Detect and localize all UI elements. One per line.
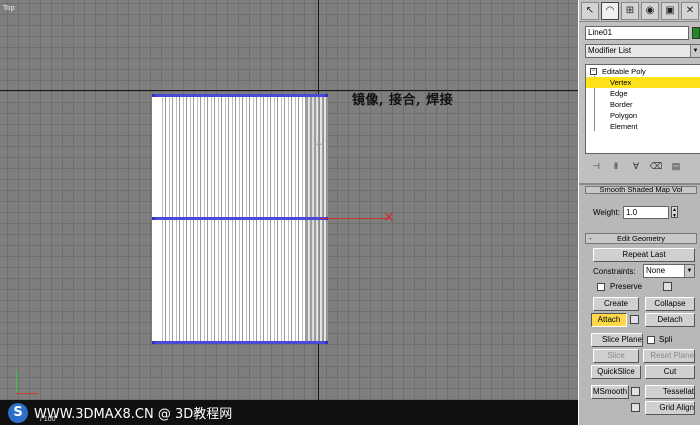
rollout-area: Smooth Shaded Map Vol Weight: 1.0 ▲ ▼ - E… [579,183,700,425]
show-end-result-icon[interactable]: Ⅱ [609,161,623,172]
motion-tab-icon[interactable]: ◉ [641,1,659,20]
command-panel: ↖ ◠ ⊞ ◉ ▣ ✕ Line01 Modifier List ▼ − Edi… [578,0,700,425]
selected-edge-top[interactable] [152,94,328,97]
vertex[interactable] [152,341,155,344]
hierarchy-tab-icon[interactable]: ⊞ [621,1,639,20]
transform-gizmo-x-axis[interactable] [319,218,389,219]
vertex[interactable] [325,94,328,97]
modify-tab-icon[interactable]: ◠ [601,1,619,20]
stack-item-editable-poly[interactable]: − Editable Poly [586,66,700,77]
display-tab-icon[interactable]: ▣ [661,1,679,20]
make-unique-icon[interactable]: ∀ [629,161,643,172]
repeat-last-button[interactable]: Repeat Last [593,248,695,262]
collapse-icon[interactable]: − [590,68,597,75]
stack-item-element[interactable]: Element [586,121,700,132]
create-button[interactable]: Create [593,297,639,311]
selected-edge-bottom[interactable] [152,341,328,344]
preserve-settings-icon[interactable] [663,282,672,291]
gizmo-y-axis-icon[interactable]: ⌃ [314,140,324,154]
panel-tabs: ↖ ◠ ⊞ ◉ ▣ ✕ [579,0,700,22]
constraints-label: Constraints: [593,267,636,276]
object-color-swatch[interactable] [692,27,700,39]
split-checkbox[interactable] [647,336,655,344]
constraints-dropdown[interactable]: None ▼ [643,264,695,278]
modifier-list-label: Modifier List [588,46,632,55]
create-tab-icon[interactable]: ↖ [581,1,599,20]
cut-button[interactable]: Cut [645,365,695,379]
vertex[interactable] [152,217,155,220]
site-logo-icon: S [8,402,28,423]
stack-item-edge[interactable]: Edge [586,88,700,99]
slice-plane-button[interactable]: Slice Plane [591,333,643,347]
quickslice-button[interactable]: QuickSlice [591,365,641,379]
top-viewport[interactable]: Top ✕ ⌃ 镜像, 接合, 焊接 [0,0,578,425]
watermark-bar: S WWW.3DMAX8.CN @ 3D教程网 / 100 [0,400,578,425]
preserve-label: Preserve [610,282,643,291]
weight-input[interactable]: 1.0 [623,206,669,219]
chevron-down-icon: ▼ [684,265,694,277]
chevron-down-icon: ▼ [690,45,700,57]
poly-mesh[interactable] [152,94,328,344]
modifier-stack[interactable]: − Editable Poly Vertex Edge Border Polyg… [585,64,700,154]
stack-toolbar: ⊣ Ⅱ ∀ ⌫ ▤ [585,158,700,174]
weight-spinner[interactable]: ▲ ▼ [671,206,678,219]
reset-plane-button[interactable]: Reset Plane [643,349,695,363]
world-axis-horizontal [0,90,578,91]
utilities-tab-icon[interactable]: ✕ [681,1,699,20]
make-planar-settings-icon[interactable] [631,403,640,412]
msmooth-settings-icon[interactable] [631,387,640,396]
detach-button[interactable]: Detach [645,313,695,327]
attach-settings-icon[interactable] [630,315,639,324]
weight-label: Weight: [593,208,620,217]
app-window: Top ✕ ⌃ 镜像, 接合, 焊接 S WWW.3DMAX8.CN @ 3D教 [0,0,700,425]
tessellate-button[interactable]: Tessellat [645,385,695,399]
edit-geometry-rollout-header[interactable]: - Edit Geometry [585,233,697,244]
preserve-checkbox[interactable] [597,283,605,291]
viewport-label[interactable]: Top [3,4,15,12]
pin-stack-icon[interactable]: ⊣ [589,161,603,172]
tutorial-annotation: 镜像, 接合, 焊接 [352,93,454,108]
object-name-field[interactable]: Line01 [585,26,689,40]
configure-sets-icon[interactable]: ▤ [669,161,683,172]
stack-item-polygon[interactable]: Polygon [586,110,700,121]
frame-counter: / 100 [40,416,56,423]
stack-item-border[interactable]: Border [586,99,700,110]
smooth-rollout-header[interactable]: Smooth Shaded Map Vol [585,186,697,194]
split-label: Spli [659,335,673,344]
remove-modifier-icon[interactable]: ⌫ [649,161,663,172]
gizmo-arrow-icon[interactable]: ✕ [383,210,395,224]
vertex[interactable] [152,94,155,97]
slice-button[interactable]: Slice [593,349,639,363]
modifier-list-dropdown[interactable]: Modifier List ▼ [585,44,700,58]
attach-button[interactable]: Attach [591,313,627,327]
msmooth-button[interactable]: MSmooth [591,385,629,399]
collapse-button[interactable]: Collapse [645,297,695,311]
watermark-text: WWW.3DMAX8.CN @ 3D教程网 [34,407,233,422]
vertex[interactable] [325,341,328,344]
axis-tripod-icon [10,368,40,398]
stack-item-vertex[interactable]: Vertex [586,77,700,88]
grid-align-button[interactable]: Grid Align [645,401,695,415]
selected-edge-middle[interactable] [152,217,328,220]
